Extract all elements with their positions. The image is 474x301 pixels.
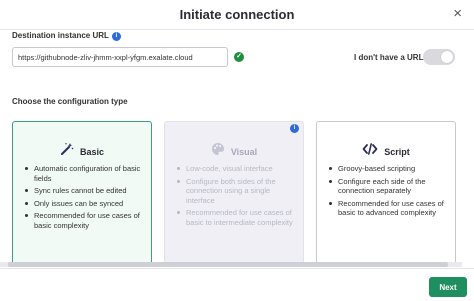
card-header: Basic bbox=[13, 142, 151, 161]
dialog-header: Initiate connection × bbox=[0, 0, 474, 30]
dialog-footer: Next bbox=[0, 268, 474, 301]
destination-url-label-text: Destination instance URL bbox=[12, 31, 109, 40]
info-icon[interactable]: i bbox=[111, 32, 121, 41]
list-item: Automatic configuration of basic fields bbox=[23, 164, 145, 183]
initiate-connection-dialog: Initiate connection × Destination instan… bbox=[0, 0, 474, 301]
destination-url-input[interactable] bbox=[12, 47, 228, 67]
dialog-title: Initiate connection bbox=[179, 7, 295, 22]
list-item: Sync rules cannot be edited bbox=[23, 186, 145, 196]
toggle-knob bbox=[441, 51, 453, 63]
card-header: Script bbox=[317, 142, 455, 161]
close-icon[interactable]: × bbox=[453, 6, 462, 22]
card-title-script: Script bbox=[384, 146, 410, 157]
feature-list: Automatic configuration of basic fields … bbox=[23, 164, 145, 233]
config-card-visual[interactable]: i Visual Low-code, visual interface Conf… bbox=[164, 121, 304, 265]
list-item: Recommended for use cases of basic compl… bbox=[23, 211, 145, 230]
palette-icon bbox=[211, 142, 225, 161]
list-item: Low-code, visual interface bbox=[175, 164, 297, 174]
no-url-label: I don't have a URL bbox=[354, 53, 424, 62]
scrollbar-thumb[interactable] bbox=[8, 262, 448, 267]
feature-list: Low-code, visual interface Configure bot… bbox=[175, 164, 297, 230]
list-item: Configure each side of the connection se… bbox=[327, 177, 449, 196]
no-url-toggle[interactable] bbox=[423, 49, 455, 65]
config-card-script[interactable]: Script Groovy-based scripting Configure … bbox=[316, 121, 456, 265]
feature-list: Groovy-based scripting Configure each si… bbox=[327, 164, 449, 221]
list-item: Recommended for use cases of basic to in… bbox=[175, 208, 297, 227]
list-item: Only issues can be synced bbox=[23, 199, 145, 209]
card-title-basic: Basic bbox=[79, 146, 105, 157]
next-button[interactable]: Next bbox=[429, 277, 467, 297]
check-circle-icon: ✓ bbox=[234, 52, 244, 62]
dialog-body[interactable]: Destination instance URLi ✓ I don't have… bbox=[0, 31, 474, 267]
list-item: Recommended for use cases of basic to ad… bbox=[327, 199, 449, 218]
config-type-label: Choose the configuration type bbox=[12, 97, 128, 106]
magic-wand-icon bbox=[60, 142, 74, 161]
code-icon bbox=[362, 142, 378, 161]
info-icon[interactable]: i bbox=[290, 124, 299, 133]
card-title-visual: Visual bbox=[230, 146, 258, 157]
destination-url-label: Destination instance URL i bbox=[12, 31, 121, 41]
list-item: Groovy-based scripting bbox=[327, 164, 449, 174]
list-item: Configure both sides of the connection u… bbox=[175, 177, 297, 206]
card-header: Visual bbox=[165, 142, 303, 161]
horizontal-scrollbar[interactable] bbox=[0, 262, 462, 267]
config-card-basic[interactable]: Basic Automatic configuration of basic f… bbox=[12, 121, 152, 265]
